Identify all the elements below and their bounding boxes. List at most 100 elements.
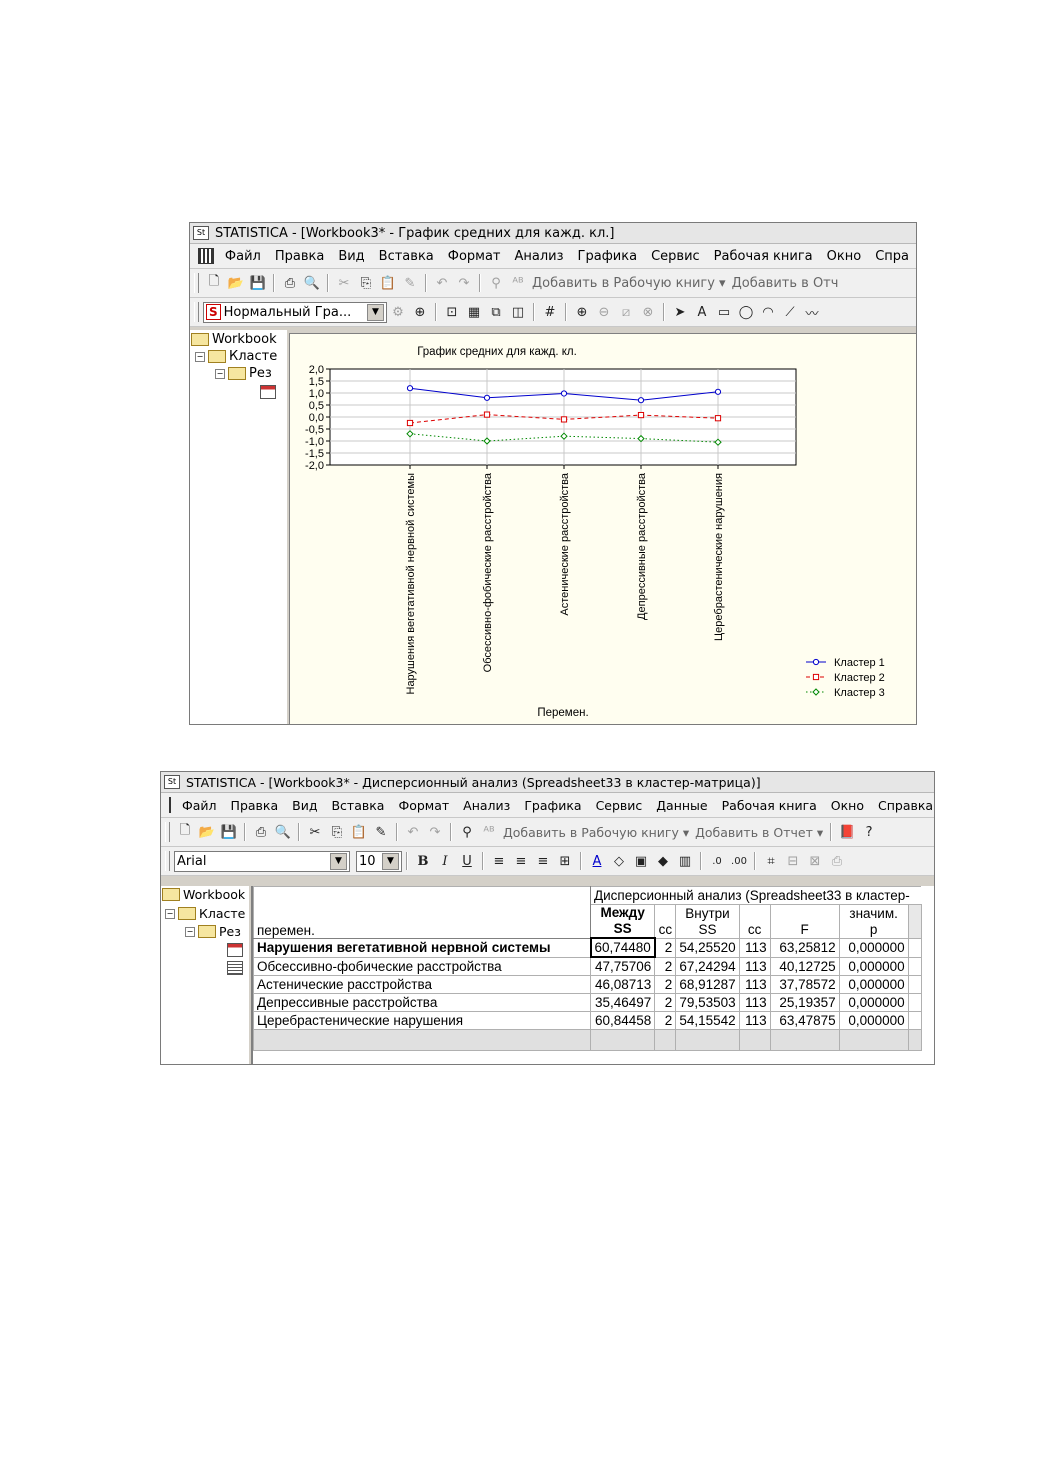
data-cell[interactable]: 113	[738, 1011, 771, 1030]
menu-data[interactable]: Данные	[649, 798, 714, 813]
draw-freehand-icon[interactable]: 〰	[803, 303, 821, 322]
menu-window[interactable]: Окно	[824, 798, 871, 813]
find-icon[interactable]: ⚲	[487, 274, 505, 292]
row-label[interactable]: Обсессивно-фобические расстройства	[253, 956, 591, 976]
open-icon[interactable]: 📂	[227, 274, 245, 292]
collapse-icon[interactable]: −	[165, 908, 175, 919]
menu-graphics[interactable]: Графика	[571, 249, 645, 264]
redo-icon[interactable]: ↷	[455, 274, 473, 292]
tree-node-results[interactable]: − Рез	[215, 366, 272, 381]
row-label[interactable]: Церебрастенические нарушения	[253, 1011, 591, 1030]
menu-view[interactable]: Вид	[285, 798, 324, 813]
data-cell[interactable]: 2	[654, 1011, 677, 1030]
cut-icon[interactable]: ✂	[335, 274, 353, 292]
context-help-icon[interactable]: ?	[860, 823, 878, 841]
row-label[interactable]: Нарушения вегетативной нервной системы	[253, 937, 591, 958]
undo-icon[interactable]: ↶	[433, 274, 451, 292]
data-cell[interactable]: 60,74480	[589, 937, 656, 958]
paste-icon[interactable]: 📋	[350, 823, 368, 841]
menu-workbook[interactable]: Рабочая книга	[715, 798, 824, 813]
text-tool-icon[interactable]: A	[693, 303, 711, 321]
data-cell[interactable]: 0,000000	[838, 975, 909, 994]
data-cell[interactable]: 2	[654, 993, 677, 1012]
tree-node-workbook[interactable]: Workbook	[191, 332, 277, 347]
data-cell[interactable]: 0,000000	[838, 1011, 909, 1030]
split-icon[interactable]: ⌗	[762, 852, 780, 870]
menu-insert[interactable]: Вставка	[324, 798, 391, 813]
tree-node-graph[interactable]	[225, 943, 243, 957]
snap-icon[interactable]: ⊡	[443, 303, 461, 321]
toolbar-grip[interactable]	[194, 273, 199, 293]
graph-window-icon[interactable]: ◫	[509, 303, 527, 321]
menu-file[interactable]: Файл	[218, 249, 268, 264]
toolbar-grip[interactable]	[165, 851, 170, 871]
paste-icon[interactable]: 📋	[379, 274, 397, 292]
font-color-icon[interactable]: A	[588, 852, 606, 870]
chevron-down-icon[interactable]: ▼	[382, 852, 399, 870]
draw-ellipse-icon[interactable]: ◯	[737, 303, 755, 321]
title-bar[interactable]: St STATISTICA - [Workbook3* - График сре…	[190, 223, 916, 244]
new-icon[interactable]: 🗋	[205, 274, 223, 292]
data-cell[interactable]: 54,15542	[675, 1011, 740, 1030]
menu-format[interactable]: Формат	[391, 798, 456, 813]
menu-edit[interactable]: Правка	[268, 249, 331, 264]
print-icon[interactable]: ⎙	[252, 823, 270, 841]
menu-analysis[interactable]: Анализ	[456, 798, 517, 813]
marker-icon[interactable]: ◆	[654, 852, 672, 870]
chevron-down-icon[interactable]: ▼	[330, 852, 347, 870]
col-header-within-ss[interactable]: Внутри SS	[675, 904, 740, 939]
collapse-icon[interactable]: −	[185, 926, 195, 937]
book-icon[interactable]: 📕	[838, 823, 856, 841]
data-cell[interactable]: 113	[738, 993, 771, 1012]
print-preview-icon[interactable]: 🔍	[274, 823, 292, 841]
title-bar[interactable]: St STATISTICA - [Workbook3* - Дисперсион…	[161, 772, 934, 793]
menu-workbook[interactable]: Рабочая книга	[707, 249, 820, 264]
zoom-in-icon[interactable]: ⊕	[573, 303, 591, 321]
find-icon[interactable]: ⚲	[458, 823, 476, 841]
copy-icon[interactable]: ⎘	[328, 823, 346, 841]
collapse-icon[interactable]: −	[215, 368, 225, 379]
new-icon[interactable]: 🗋	[176, 823, 194, 841]
document-menu-icon[interactable]	[198, 248, 214, 264]
copy-icon[interactable]: ⎘	[357, 274, 375, 292]
menu-service[interactable]: Сервис	[589, 798, 650, 813]
zoom-fit-icon[interactable]: ⧄	[617, 303, 635, 321]
tree-node-spreadsheet[interactable]	[225, 961, 243, 975]
save-icon[interactable]: 💾	[220, 823, 238, 841]
font-name-combo[interactable]: Arial ▼	[174, 850, 350, 872]
menu-analysis[interactable]: Анализ	[508, 249, 571, 264]
graph-style-combo[interactable]: S Нормальный Гра... ▼	[203, 301, 387, 323]
menu-view[interactable]: Вид	[331, 249, 371, 264]
grid-icon[interactable]: #	[541, 303, 559, 321]
bold-icon[interactable]: B	[414, 852, 432, 870]
row-label[interactable]: Астенические расстройства	[253, 975, 591, 994]
print-icon[interactable]: ⎙	[281, 274, 299, 292]
data-cell[interactable]: 2	[654, 956, 677, 976]
zoom-out-icon[interactable]: ⊖	[595, 303, 613, 321]
data-cell[interactable]: 113	[738, 975, 771, 994]
data-cell[interactable]: 63,47875	[769, 1011, 840, 1030]
data-cell[interactable]: 60,84458	[589, 1011, 656, 1030]
open-icon[interactable]: 📂	[198, 823, 216, 841]
data-cell[interactable]: 40,12725	[769, 956, 840, 976]
cell-format-icon[interactable]: ⊞	[556, 852, 574, 870]
properties-icon[interactable]: ⊟	[784, 852, 802, 870]
add-to-report-button[interactable]: Добавить в Отч	[729, 276, 842, 291]
format-painter-icon[interactable]: ✎	[401, 274, 419, 292]
redo-icon[interactable]: ↷	[426, 823, 444, 841]
fill-color-icon[interactable]: ◇	[610, 852, 628, 870]
tree-node-results[interactable]: − Рез	[185, 924, 241, 939]
grid-icon[interactable]: ▥	[676, 852, 694, 870]
border-icon[interactable]: ▣	[632, 852, 650, 870]
menu-file[interactable]: Файл	[175, 798, 224, 813]
data-cell[interactable]: 2	[654, 975, 677, 994]
format-painter-icon[interactable]: ✎	[372, 823, 390, 841]
data-cell[interactable]: 0,000000	[838, 937, 909, 958]
menu-edit[interactable]: Правка	[224, 798, 286, 813]
data-cell[interactable]: 54,25520	[675, 937, 740, 958]
data-cell[interactable]: 0,000000	[838, 993, 909, 1012]
underline-icon[interactable]: U	[458, 852, 476, 870]
align-right-icon[interactable]: ≡	[534, 852, 552, 870]
menu-help[interactable]: Спра	[868, 249, 916, 264]
cut-icon[interactable]: ✂	[306, 823, 324, 841]
